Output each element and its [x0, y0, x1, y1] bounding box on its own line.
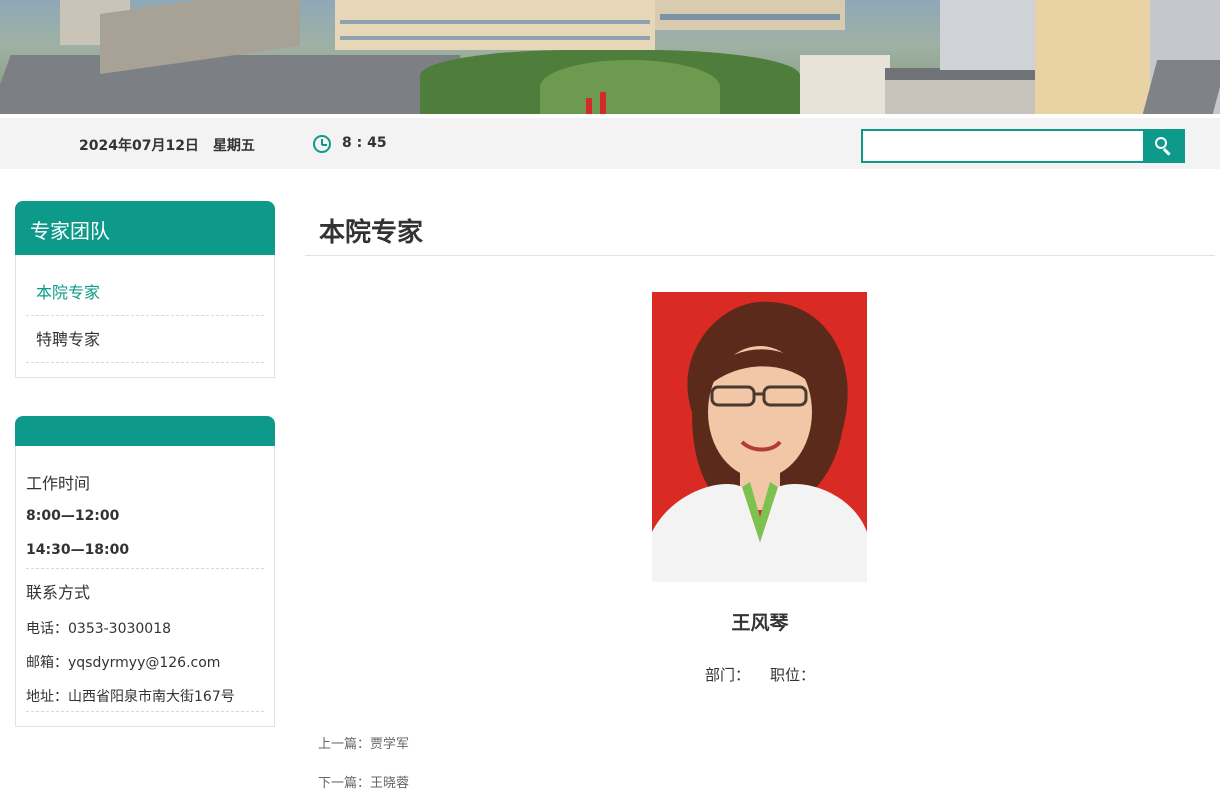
work-hours-label: 工作时间 — [26, 474, 91, 493]
sidebar-item-guest-experts[interactable]: 特聘专家 — [26, 317, 264, 363]
search-input[interactable] — [861, 129, 1145, 163]
expert-team-nav: 本院专家 特聘专家 — [15, 255, 275, 378]
current-date: 2024年07月12日 星期五 — [79, 135, 269, 155]
date-text: 2024年07月12日 — [79, 138, 199, 154]
search-button[interactable] — [1143, 129, 1185, 163]
banner-image — [0, 0, 1220, 114]
info-bar: 2024年07月12日 星期五 8 : 45 — [0, 118, 1220, 169]
doctor-meta: 部门： 职位： — [560, 664, 960, 685]
contact-panel: 工作时间 8:00—12:00 14:30—18:00 联系方式 电话：0353… — [15, 446, 275, 727]
address-text: 地址：山西省阳泉市南大街167号 — [26, 689, 235, 705]
portrait-illustration — [652, 292, 867, 582]
doctor-name: 王风琴 — [731, 612, 789, 634]
previous-article-link[interactable]: 上一篇：贾学军 — [318, 733, 409, 752]
position-label: 职位： — [770, 666, 816, 684]
next-article-link[interactable]: 下一篇：王晓蓉 — [318, 772, 409, 791]
clock-icon — [313, 135, 331, 153]
department-label: 部门： — [704, 666, 750, 684]
divider — [26, 711, 264, 712]
contact-label: 联系方式 — [26, 583, 91, 602]
expert-team-title: 专家团队 — [30, 219, 110, 243]
doctor-portrait — [652, 292, 867, 582]
current-time: 8 : 45 — [342, 135, 387, 151]
contact-panel-header — [15, 416, 275, 446]
title-divider — [305, 255, 1215, 256]
hours-morning: 8:00—12:00 — [26, 508, 120, 524]
email-text: 邮箱：yqsdyrmyy@126.com — [26, 655, 221, 671]
page-title: 本院专家 — [319, 218, 424, 248]
hours-afternoon: 14:30—18:00 — [26, 542, 130, 558]
phone-text: 电话：0353-3030018 — [26, 621, 172, 637]
divider — [26, 568, 264, 569]
sidebar-item-hospital-experts[interactable]: 本院专家 — [26, 270, 264, 316]
search-icon — [1155, 137, 1167, 149]
expert-team-header: 专家团队 — [15, 201, 275, 255]
weekday-text: 星期五 — [212, 138, 255, 154]
